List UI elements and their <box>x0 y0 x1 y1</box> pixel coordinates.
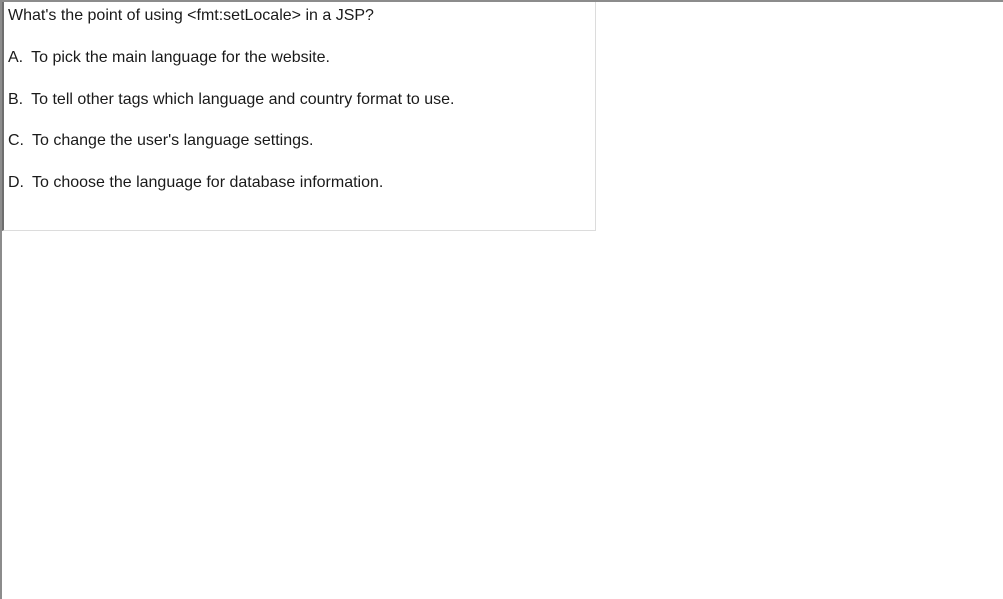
question-text: What's the point of using <fmt:setLocale… <box>8 7 374 24</box>
option-letter: B. <box>8 91 24 108</box>
quiz-panel: What's the point of using <fmt:setLocale… <box>2 2 596 231</box>
option-letter: A. <box>8 49 24 66</box>
option-label: To tell other tags which language and co… <box>31 91 455 108</box>
option-label: To change the user's language settings. <box>32 132 314 149</box>
option-c[interactable]: C. To change the user's language settings… <box>8 131 313 151</box>
option-letter: C. <box>8 132 24 149</box>
option-a[interactable]: A. To pick the main language for the webs… <box>8 48 330 68</box>
option-b[interactable]: B. To tell other tags which language and … <box>8 90 454 110</box>
option-letter: D. <box>8 174 24 191</box>
option-d[interactable]: D. To choose the language for database in… <box>8 173 383 193</box>
option-label: To pick the main language for the websit… <box>31 49 330 66</box>
option-label: To choose the language for database info… <box>32 174 384 191</box>
